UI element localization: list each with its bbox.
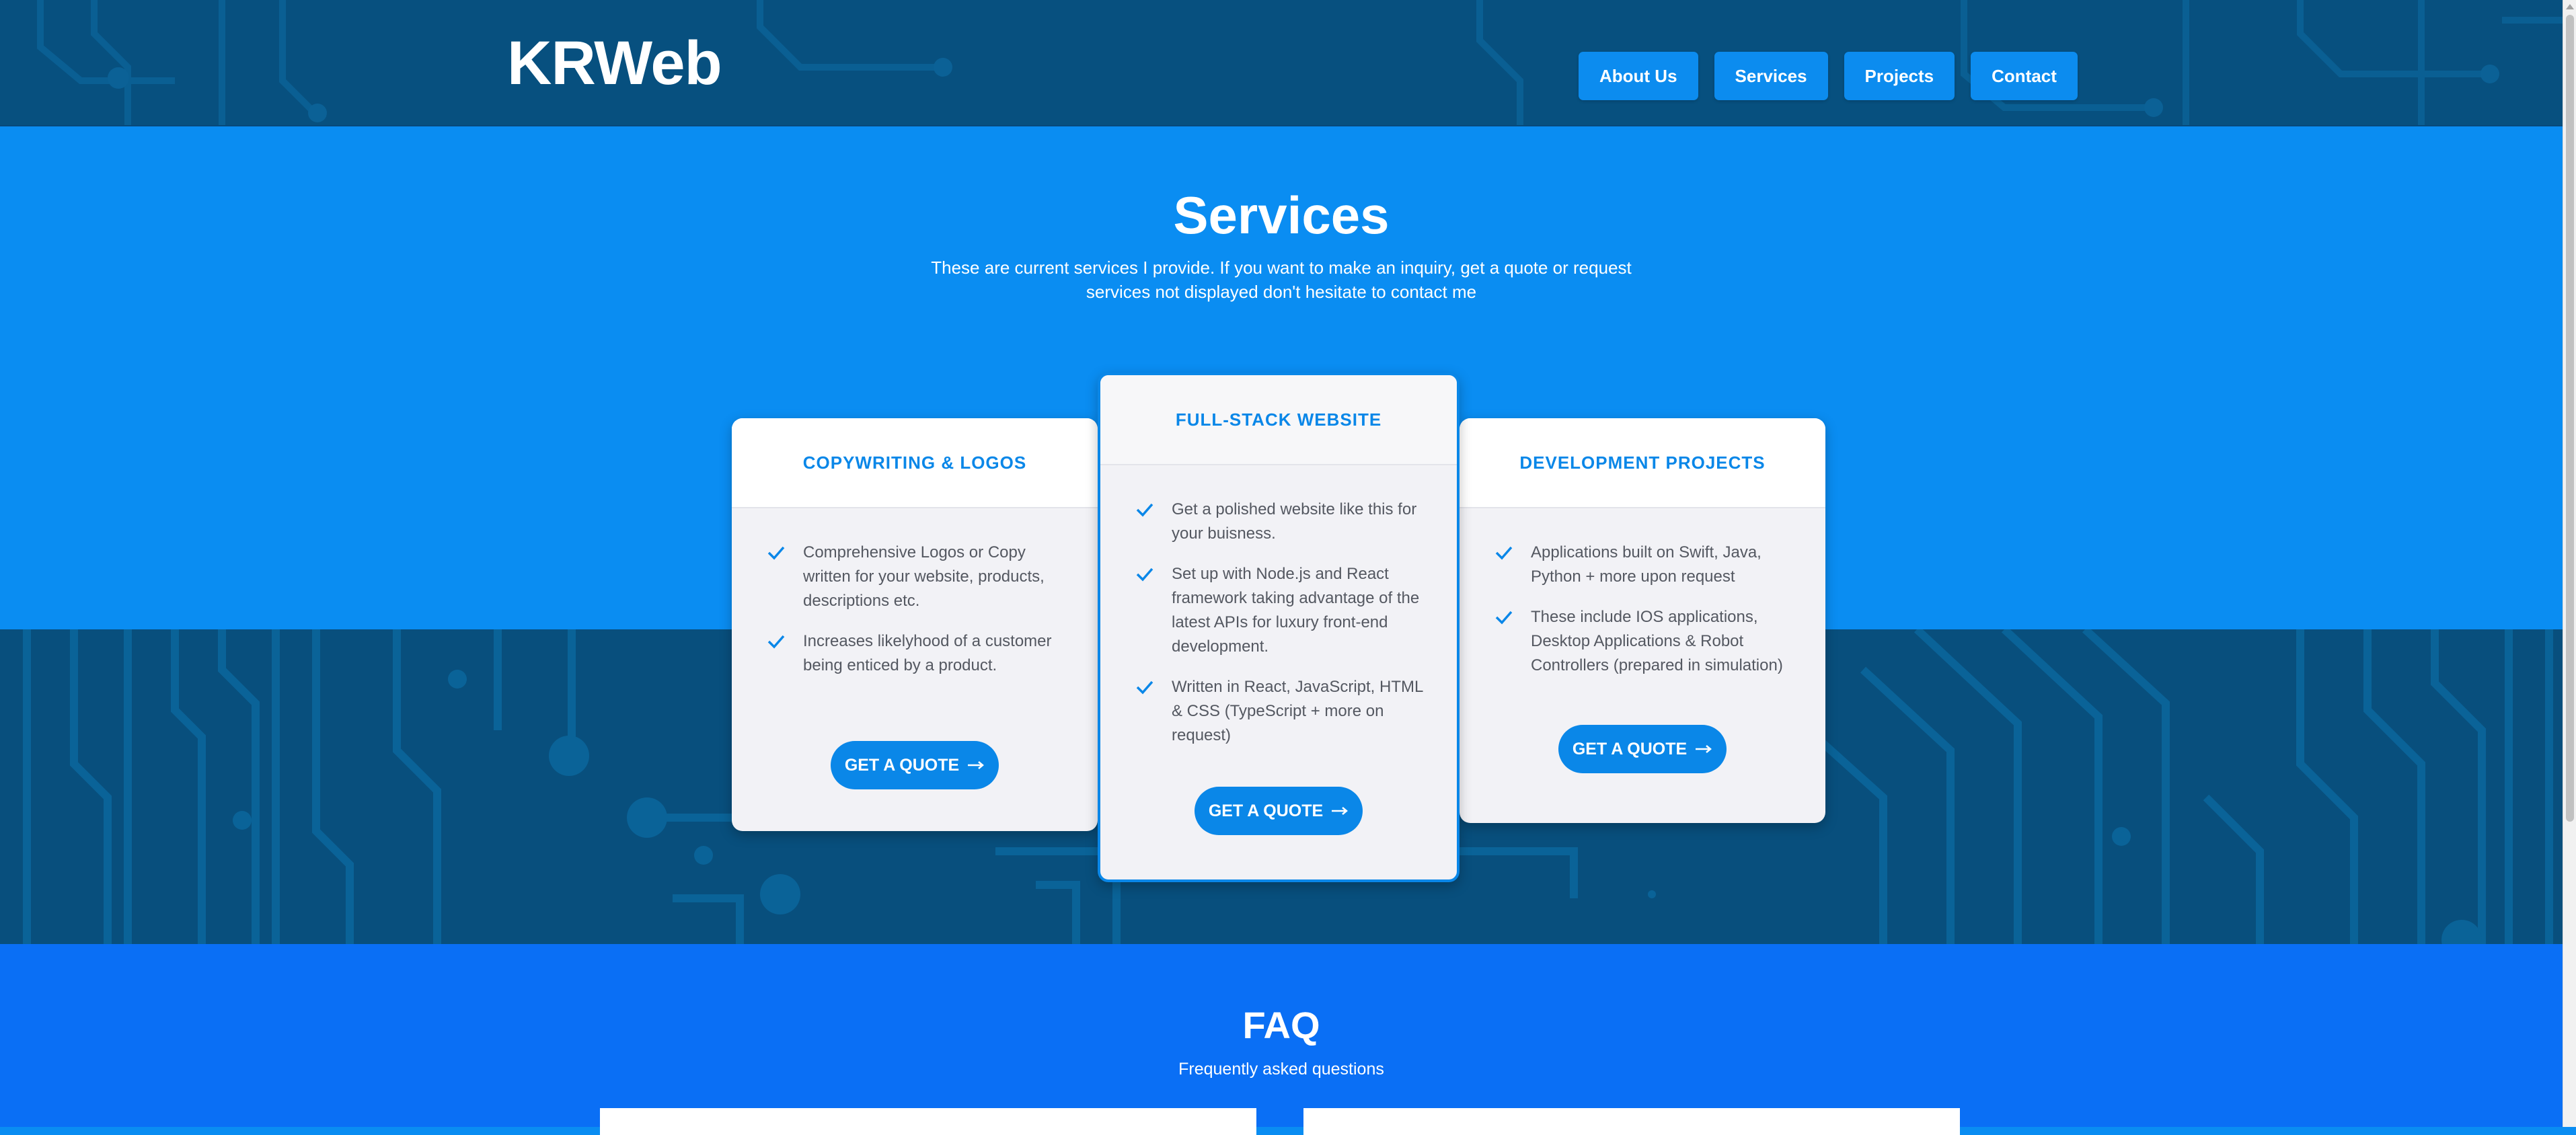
service-card-copywriting: COPYWRITING & LOGOS Comprehensive Logos … xyxy=(732,418,1098,831)
arrow-right-icon xyxy=(1696,745,1712,753)
nav-services-button[interactable]: Services xyxy=(1714,52,1828,100)
check-icon xyxy=(1136,503,1153,517)
page-scrollbar[interactable] xyxy=(2563,0,2576,1127)
feature-text: Comprehensive Logos or Copy written for … xyxy=(803,543,1045,610)
arrow-right-icon xyxy=(968,761,985,769)
nav-projects-button[interactable]: Projects xyxy=(1844,52,1955,100)
card-title: DEVELOPMENT PROJECTS xyxy=(1519,452,1766,473)
faq-item[interactable] xyxy=(600,1108,1256,1135)
feature-item: Written in React, JavaScript, HTML & CSS… xyxy=(1100,675,1457,748)
header-circuit-pattern xyxy=(37,0,2563,125)
get-quote-button[interactable]: GET A QUOTE xyxy=(831,741,999,789)
check-icon xyxy=(1495,546,1513,560)
card-header: FULL-STACK WEBSITE xyxy=(1100,375,1457,465)
feature-item: Increases likelyhood of a customer being… xyxy=(732,629,1098,678)
feature-text: These include IOS applications, Desktop … xyxy=(1531,608,1783,674)
site-header: KRWeb About Us Services Projects Contact xyxy=(0,0,2563,126)
card-title: FULL-STACK WEBSITE xyxy=(1175,409,1382,430)
feature-item: Set up with Node.js and React framework … xyxy=(1100,562,1457,659)
get-quote-label: GET A QUOTE xyxy=(844,755,960,775)
feature-text: Written in React, JavaScript, HTML & CSS… xyxy=(1172,678,1423,744)
get-quote-label: GET A QUOTE xyxy=(1572,739,1688,758)
feature-list: Comprehensive Logos or Copy written for … xyxy=(732,508,1098,678)
feature-item: Comprehensive Logos or Copy written for … xyxy=(732,541,1098,613)
get-quote-button[interactable]: GET A QUOTE xyxy=(1558,725,1727,773)
faq-subtitle: Frequently asked questions xyxy=(1178,1060,1384,1079)
nav-contact-button[interactable]: Contact xyxy=(1971,52,2078,100)
card-header: COPYWRITING & LOGOS xyxy=(732,418,1098,508)
nav-about-us-button[interactable]: About Us xyxy=(1579,52,1698,100)
service-card-fullstack: FULL-STACK WEBSITE Get a polished websit… xyxy=(1098,373,1460,882)
faq-item[interactable] xyxy=(1303,1108,1960,1135)
feature-list: Applications built on Swift, Java, Pytho… xyxy=(1460,508,1825,678)
faq-title: FAQ xyxy=(1242,1004,1320,1046)
feature-text: Applications built on Swift, Java, Pytho… xyxy=(1531,543,1761,586)
check-icon xyxy=(767,635,785,649)
feature-item: These include IOS applications, Desktop … xyxy=(1460,605,1825,678)
service-card-development: DEVELOPMENT PROJECTS Applications built … xyxy=(1460,418,1825,823)
check-icon xyxy=(1136,680,1153,695)
get-quote-label: GET A QUOTE xyxy=(1208,801,1324,820)
card-header: DEVELOPMENT PROJECTS xyxy=(1460,418,1825,508)
site-logo[interactable]: KRWeb xyxy=(507,26,722,101)
scroll-up-icon[interactable] xyxy=(2566,4,2574,9)
services-subtitle: These are current services I provide. If… xyxy=(931,258,1632,302)
feature-item: Get a polished website like this for you… xyxy=(1100,498,1457,546)
feature-list: Get a polished website like this for you… xyxy=(1100,465,1457,748)
check-icon xyxy=(1136,568,1153,582)
check-icon xyxy=(767,546,785,560)
feature-text: Set up with Node.js and React framework … xyxy=(1172,565,1420,656)
get-quote-button[interactable]: GET A QUOTE xyxy=(1195,787,1363,835)
feature-item: Applications built on Swift, Java, Pytho… xyxy=(1460,541,1825,589)
scrollbar-thumb[interactable] xyxy=(2566,15,2574,822)
card-title: COPYWRITING & LOGOS xyxy=(802,452,1027,473)
arrow-right-icon xyxy=(1332,807,1349,815)
main-nav: About Us Services Projects Contact xyxy=(1579,52,2078,100)
feature-text: Increases likelyhood of a customer being… xyxy=(803,632,1052,674)
services-title: Services xyxy=(1173,186,1390,245)
feature-text: Get a polished website like this for you… xyxy=(1172,500,1417,543)
check-icon xyxy=(1495,611,1513,625)
